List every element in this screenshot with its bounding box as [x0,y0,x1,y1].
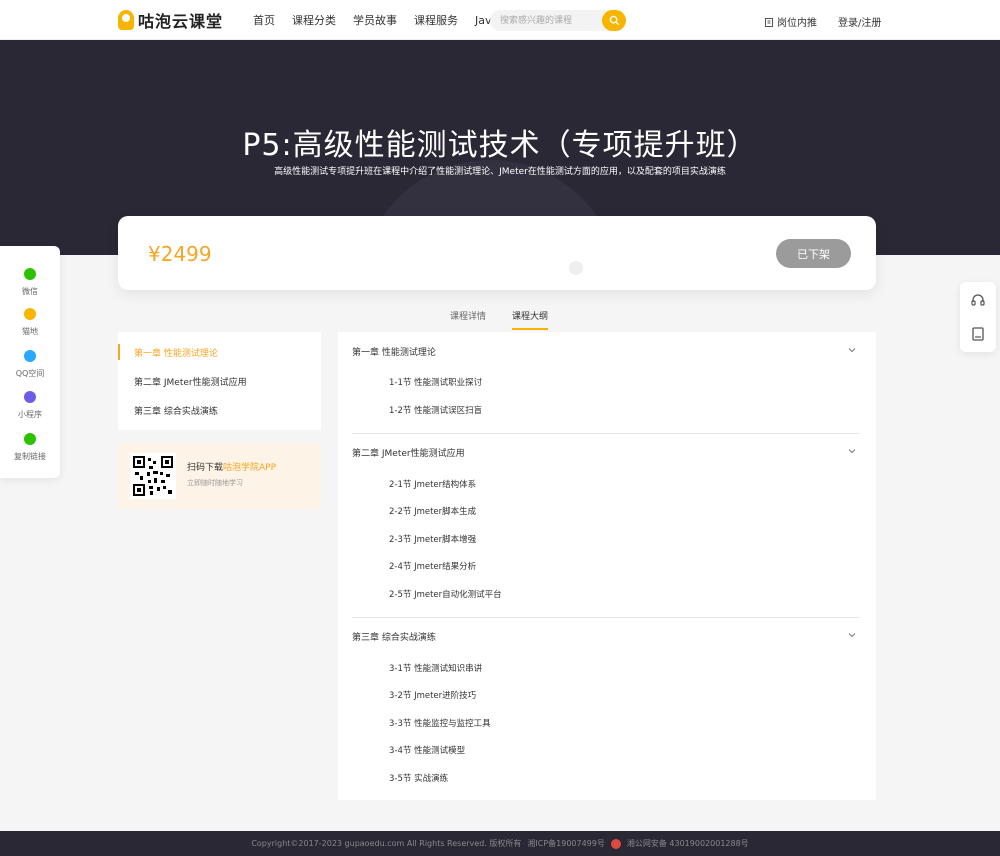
share-sidebar: 微信 猫地 QQ空间 小程序 复制链接 [0,246,60,478]
job-referral-label: 岗位内推 [777,18,817,29]
chapter-title[interactable]: 第三章 综合实战演练 [352,630,436,643]
chapter-nav-item-1[interactable]: 第一章 性能测试理论 [134,346,218,359]
site-footer: Copyright©2017-2023 gupaoedu.com All Rig… [0,831,1000,856]
tab-course-detail[interactable]: 课程详情 [450,309,486,330]
link-icon [24,433,36,445]
section-item[interactable]: 1-1节 性能测试职业探讨 [389,376,482,388]
app-download-prefix: 扫码下载 [187,463,224,473]
share-label: 微信 [22,287,38,296]
chapter-title[interactable]: 第二章 JMeter性能测试应用 [352,446,465,459]
decorative-dot [569,261,583,275]
right-float-bar [960,282,996,352]
active-indicator [118,344,120,360]
search-input[interactable] [490,10,600,31]
building-icon [765,17,773,27]
icp-link[interactable]: 湘ICP备19007499号 [527,838,605,849]
section-item[interactable]: 3-1节 性能测试知识串讲 [389,662,482,674]
divider [352,617,860,618]
chevron-down-icon[interactable] [848,346,856,354]
share-cat[interactable]: 猫地 [0,308,60,337]
search-button[interactable] [602,10,626,31]
logo-bulb-icon [118,10,134,30]
app-download-title: 扫码下载咕泡学院APP [187,460,276,473]
share-mini-program[interactable]: 小程序 [0,391,60,420]
section-item[interactable]: 2-4节 Jmeter结果分析 [389,560,476,572]
chapter-nav-item-2[interactable]: 第二章 JMeter性能测试应用 [134,375,247,388]
qr-pattern [133,456,173,496]
section-item[interactable]: 2-5节 Jmeter自动化测试平台 [389,588,502,600]
section-item[interactable]: 1-2节 性能测试误区扫盲 [389,404,482,416]
off-shelf-button[interactable]: 已下架 [776,239,851,268]
share-label: QQ空间 [15,369,45,378]
section-item[interactable]: 3-4节 性能测试模型 [389,744,465,756]
divider [352,433,860,434]
login-register-link[interactable]: 登录/注册 [838,14,881,29]
chevron-down-icon[interactable] [848,631,856,639]
logo-text: 咕泡云课堂 [138,12,224,31]
app-name: 咕泡学院APP [223,463,277,473]
course-price: ¥2499 [148,242,212,266]
police-record-link[interactable]: 湘公网安备 43019002001288号 [627,838,749,849]
copyright-text: Copyright©2017-2023 gupaoedu.com All Rig… [251,839,522,848]
chapter-title[interactable]: 第一章 性能测试理论 [352,345,436,358]
course-tabs: 课程详情 课程大纲 [450,309,549,330]
nav-stories[interactable]: 学员故事 [353,12,397,28]
share-label: 复制链接 [14,452,46,461]
share-qzone[interactable]: QQ空间 [0,350,60,379]
section-item[interactable]: 2-3节 Jmeter脚本增强 [389,533,476,545]
police-badge-icon [610,838,621,849]
section-item[interactable]: 2-2节 Jmeter脚本生成 [389,505,476,517]
site-logo[interactable]: 咕泡云课堂 [118,9,223,31]
tab-course-outline[interactable]: 课程大纲 [512,309,549,330]
nav-home[interactable]: 首页 [253,12,275,28]
chapter-nav: 第一章 性能测试理论 第二章 JMeter性能测试应用 第三章 综合实战演练 [118,332,321,430]
app-download-card: 扫码下载咕泡学院APP 立即随时随地学习 [118,443,321,509]
top-navbar: 咕泡云课堂 首页 课程分类 学员故事 课程服务 Java定制 岗位内推 登录/注… [0,0,1000,40]
course-subtitle: 高级性能测试专项提升班在课程中介绍了性能测试理论、JMeter在性能测试方面的应… [274,167,726,177]
share-label: 猫地 [22,327,38,336]
job-referral-link[interactable]: 岗位内推 [764,14,817,29]
course-title: P5:高级性能测试技术（专项提升班） [242,128,758,163]
share-copy-link[interactable]: 复制链接 [0,433,60,462]
mini-program-icon [24,391,36,403]
notebook-icon[interactable] [970,326,986,342]
section-item[interactable]: 3-5节 实战演练 [389,772,448,784]
share-label: 小程序 [18,410,42,419]
qzone-icon [24,350,36,362]
price-card: ¥2499 已下架 [118,216,876,290]
cat-icon [24,308,36,320]
chapter-nav-item-3[interactable]: 第三章 综合实战演练 [134,404,218,417]
app-download-subtitle: 立即随时随地学习 [187,479,243,487]
nav-categories[interactable]: 课程分类 [292,12,336,28]
qr-code [130,453,176,499]
headset-icon[interactable] [970,292,986,308]
main-nav: 首页 课程分类 学员故事 课程服务 Java定制 [253,0,520,40]
section-item[interactable]: 3-2节 Jmeter进阶技巧 [389,689,476,701]
search-box [490,10,626,31]
syllabus-panel: 第一章 性能测试理论 1-1节 性能测试职业探讨 1-2节 性能测试误区扫盲 第… [338,332,876,800]
search-icon [609,15,619,26]
wechat-icon [24,268,36,280]
nav-services[interactable]: 课程服务 [414,12,458,28]
section-item[interactable]: 2-1节 Jmeter结构体系 [389,478,476,490]
section-item[interactable]: 3-3节 性能监控与监控工具 [389,717,491,729]
share-wechat[interactable]: 微信 [0,268,60,297]
chevron-down-icon[interactable] [848,447,856,455]
